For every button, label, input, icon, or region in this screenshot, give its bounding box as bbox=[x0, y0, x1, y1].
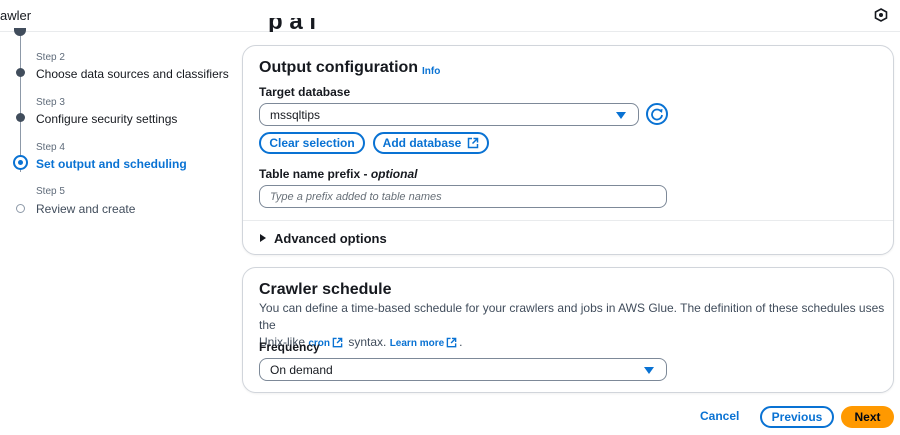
steps-connector bbox=[20, 32, 21, 172]
step-4-title: Set output and scheduling bbox=[36, 157, 187, 171]
frequency-select[interactable]: On demand bbox=[259, 358, 667, 381]
app-title: awler bbox=[0, 8, 32, 23]
clear-selection-label: Clear selection bbox=[269, 136, 355, 150]
add-database-label: Add database bbox=[382, 136, 462, 150]
add-database-button[interactable]: Add database bbox=[373, 132, 489, 154]
step-2-title[interactable]: Choose data sources and classifiers bbox=[36, 67, 229, 81]
external-link-icon bbox=[468, 137, 479, 149]
schedule-description-line-2: Unix-like cron syntax. Learn more. bbox=[259, 334, 889, 352]
clear-selection-button[interactable]: Clear selection bbox=[259, 132, 365, 154]
target-database-label: Target database bbox=[259, 85, 351, 99]
learn-more-link[interactable]: Learn more bbox=[390, 338, 444, 349]
target-database-value: mssqltips bbox=[270, 108, 321, 122]
table-prefix-input[interactable] bbox=[259, 185, 667, 208]
next-button[interactable]: Next bbox=[841, 406, 894, 428]
page-heading-text: p a i bbox=[268, 18, 317, 32]
output-configuration-title: Output configuration bbox=[259, 59, 419, 76]
step-5-marker bbox=[16, 204, 25, 213]
refresh-button[interactable] bbox=[646, 103, 668, 125]
step-3-label: Step 3 bbox=[36, 97, 65, 108]
target-database-select[interactable]: mssqltips bbox=[259, 103, 639, 126]
chevron-down-icon bbox=[616, 112, 626, 119]
step-1-marker bbox=[14, 28, 26, 36]
previous-button[interactable]: Previous bbox=[760, 406, 834, 428]
external-link-icon[interactable] bbox=[332, 337, 343, 348]
step-4-marker bbox=[13, 155, 28, 170]
crawler-schedule-panel: Crawler schedule You can define a time-b… bbox=[242, 267, 894, 393]
step-3-marker bbox=[16, 113, 25, 122]
table-prefix-label-text: Table name prefix - bbox=[259, 167, 371, 181]
desc-text-mid: syntax. bbox=[345, 335, 390, 349]
page-heading-fragment: p a i bbox=[268, 18, 478, 32]
cancel-button[interactable]: Cancel bbox=[700, 409, 739, 423]
caret-right-icon[interactable] bbox=[260, 234, 266, 242]
info-link[interactable]: Info bbox=[422, 66, 440, 77]
step-2-marker bbox=[16, 68, 25, 77]
external-link-icon[interactable] bbox=[446, 337, 457, 348]
previous-label: Previous bbox=[771, 410, 823, 424]
refresh-icon bbox=[651, 108, 663, 121]
table-prefix-optional: optional bbox=[370, 167, 418, 181]
advanced-options-toggle[interactable]: Advanced options bbox=[274, 231, 387, 246]
frequency-label: Frequency bbox=[259, 340, 320, 354]
schedule-description: You can define a time-based schedule for… bbox=[259, 300, 889, 352]
frequency-value: On demand bbox=[270, 363, 333, 377]
step-4-label: Step 4 bbox=[36, 142, 65, 153]
step-2-label: Step 2 bbox=[36, 52, 65, 63]
panel-divider bbox=[243, 220, 893, 221]
settings-hex-icon[interactable] bbox=[874, 8, 888, 22]
step-5-label: Step 5 bbox=[36, 186, 65, 197]
step-5-title: Review and create bbox=[36, 202, 136, 216]
step-3-title[interactable]: Configure security settings bbox=[36, 112, 177, 126]
schedule-description-line-1: You can define a time-based schedule for… bbox=[259, 301, 885, 332]
crawler-schedule-title: Crawler schedule bbox=[259, 281, 392, 298]
table-prefix-label: Table name prefix - optional bbox=[259, 167, 417, 181]
output-configuration-panel: Output configuration Info Target databas… bbox=[242, 45, 894, 255]
chevron-down-icon bbox=[644, 367, 654, 374]
desc-text-end: . bbox=[459, 335, 463, 349]
